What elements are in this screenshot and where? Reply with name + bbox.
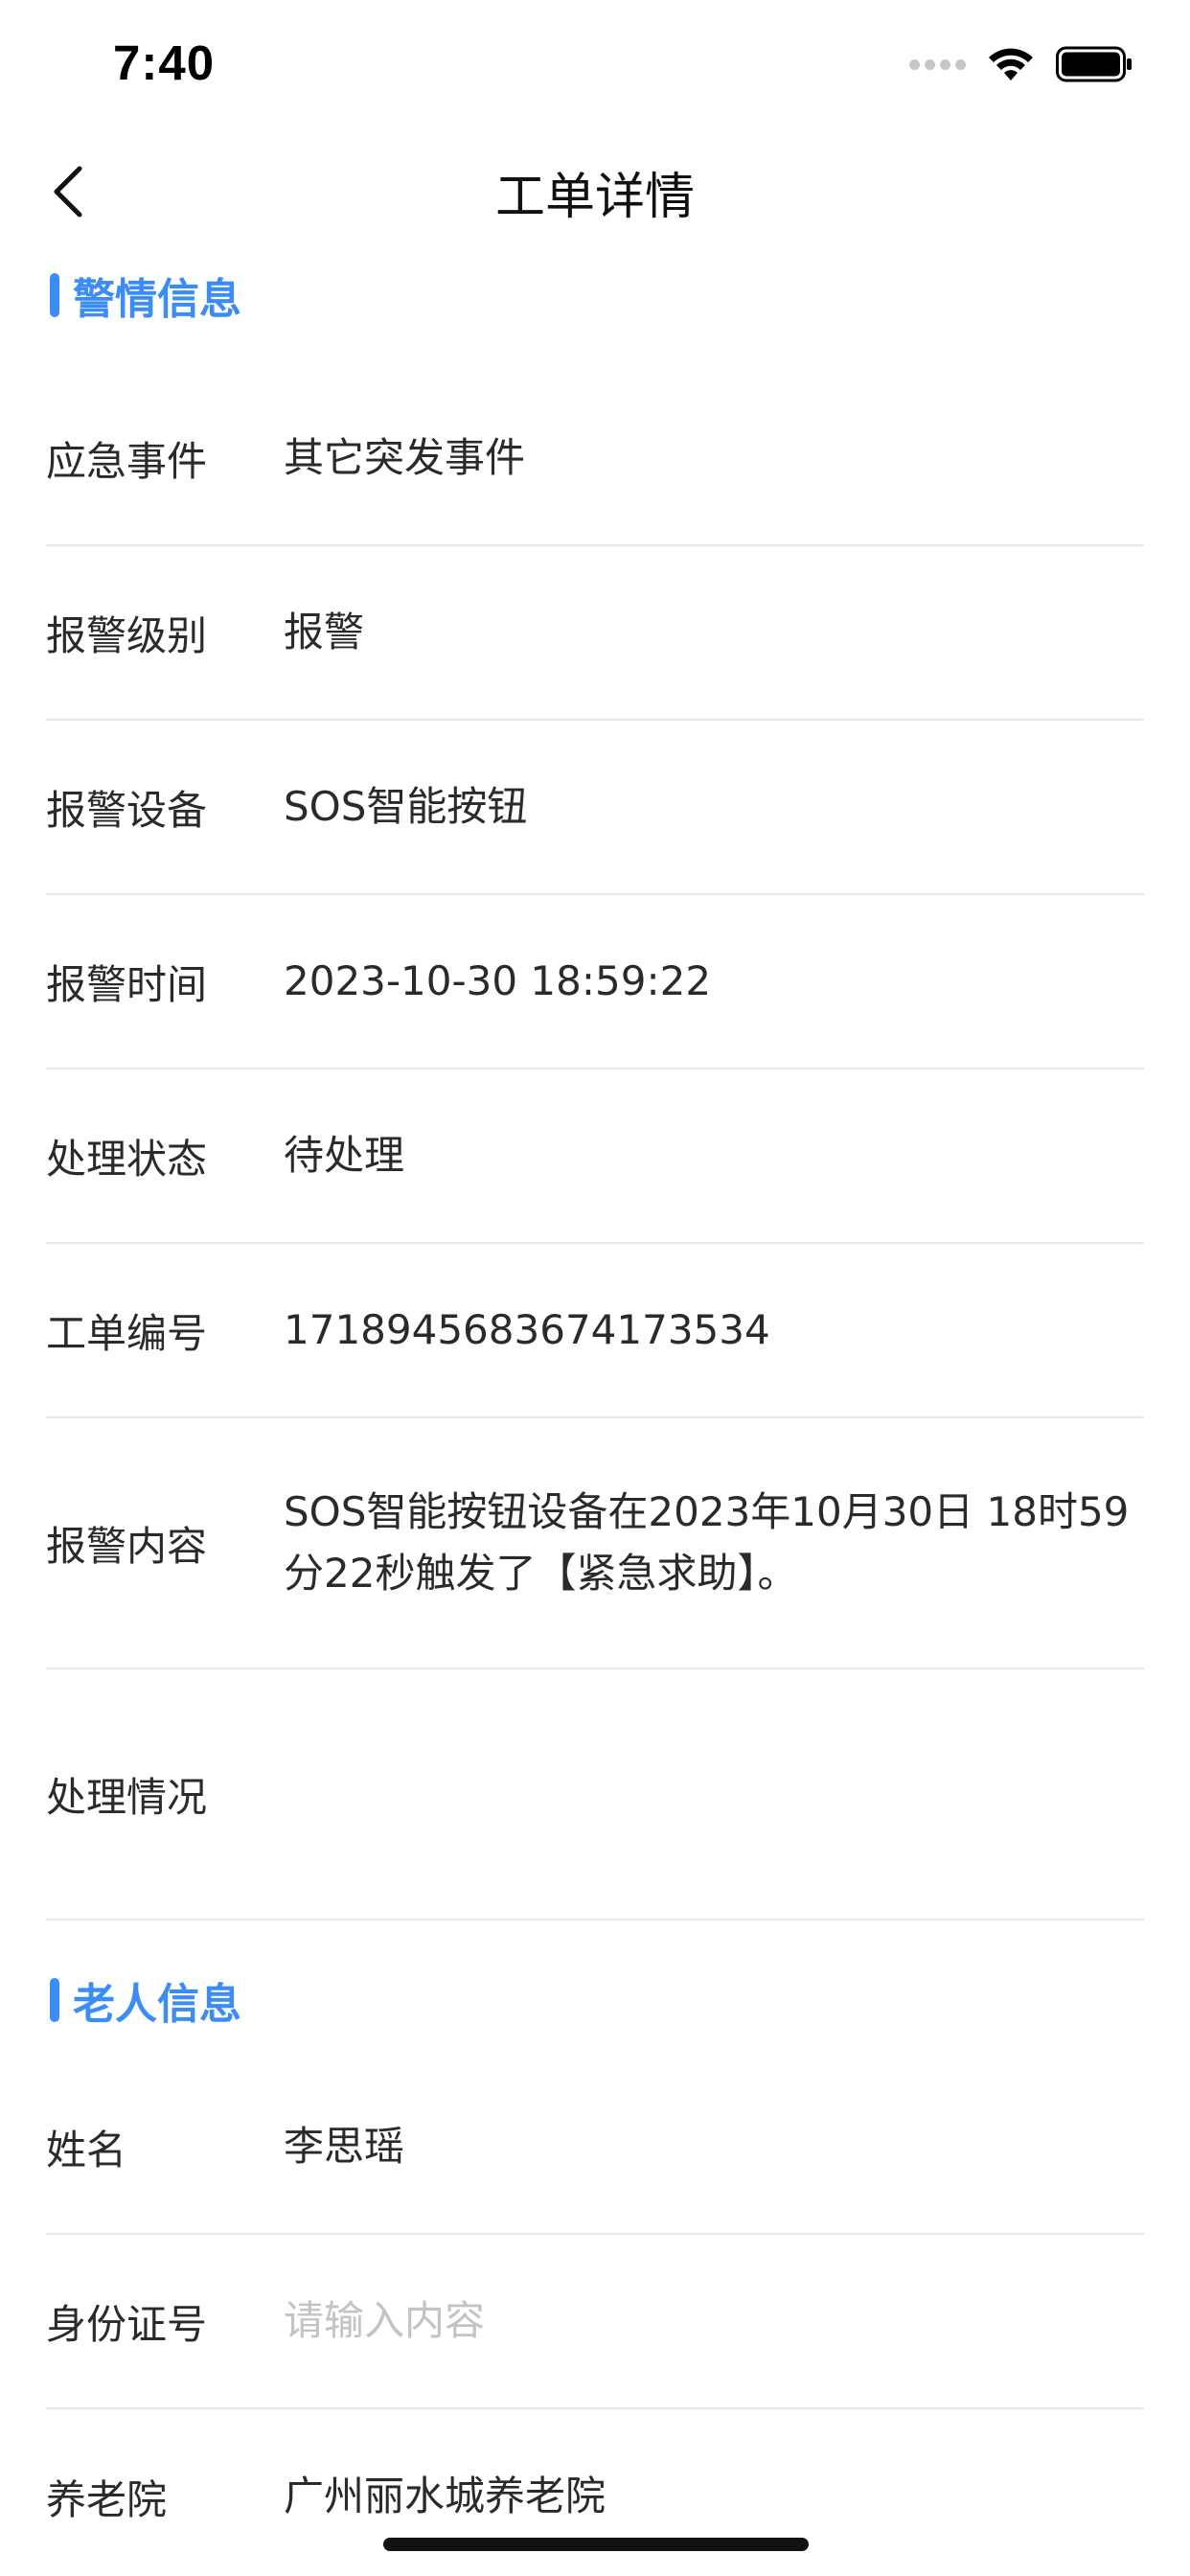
row-value: 其它突发事件 — [284, 434, 526, 481]
nav-bar: 工单详情 — [0, 129, 1190, 249]
row-alarm-device: 报警设备 SOS智能按钮 — [46, 721, 1144, 895]
row-label: 报警设备 — [46, 786, 208, 834]
row-label: 报警级别 — [46, 611, 208, 659]
section-accent-bar — [50, 1978, 59, 2022]
row-value: 2023-10-30 18:59:22 — [284, 957, 712, 1004]
section-header-elder: 老人信息 — [50, 1971, 241, 2029]
row-value: 报警 — [284, 609, 365, 656]
row-label: 处理情况 — [46, 1773, 208, 1821]
row-label: 处理状态 — [46, 1135, 208, 1183]
alarm-info-list: 应急事件 其它突发事件 报警级别 报警 报警设备 SOS智能按钮 报警时间 20… — [46, 372, 1144, 1920]
row-label: 养老院 — [46, 2475, 168, 2523]
row-label: 姓名 — [46, 2126, 127, 2174]
row-label: 工单编号 — [46, 1309, 208, 1357]
status-bar: 7:40 — [0, 0, 1190, 129]
cellular-signal-icon — [909, 58, 966, 70]
row-value: SOS智能按钮设备在2023年10月30日 18时59分22秒触发了【紧急求助】… — [284, 1488, 1130, 1597]
elder-info-list: 姓名 李思瑶 身份证号 请输入内容 养老院 广州丽水城养老院 — [46, 2060, 1144, 2576]
row-process-status: 处理状态 待处理 — [46, 1070, 1144, 1244]
row-label: 报警内容 — [46, 1522, 208, 1570]
row-name: 姓名 李思瑶 — [46, 2060, 1144, 2235]
row-alarm-content: 报警内容 SOS智能按钮设备在2023年10月30日 18时59分22秒触发了【… — [46, 1418, 1144, 1669]
section-header-alarm: 警情信息 — [50, 266, 241, 324]
row-label: 报警时间 — [46, 960, 208, 1008]
section-title: 老人信息 — [73, 1980, 241, 2029]
row-label: 应急事件 — [46, 437, 208, 485]
screen: 7:40 工单详情 警情信息 应急事件 其它突发事件 报警级别 报警 报警设备 … — [0, 0, 1190, 2576]
wifi-icon — [989, 48, 1033, 80]
status-time: 7:40 — [113, 35, 216, 90]
id-number-input[interactable]: 请输入内容 — [284, 2290, 1134, 2352]
row-value: 待处理 — [284, 1132, 405, 1179]
row-label: 身份证号 — [46, 2300, 208, 2348]
row-alarm-level: 报警级别 报警 — [46, 546, 1144, 721]
row-value: 广州丽水城养老院 — [284, 2472, 606, 2519]
section-accent-bar — [50, 273, 59, 317]
row-process-situation[interactable]: 处理情况 — [46, 1669, 1144, 1920]
home-indicator[interactable] — [383, 2538, 809, 2551]
row-value: 1718945683674173534 — [284, 1306, 770, 1353]
status-icons — [909, 46, 1133, 82]
row-value: 李思瑶 — [284, 2123, 405, 2170]
row-alarm-time: 报警时间 2023-10-30 18:59:22 — [46, 895, 1144, 1070]
row-emergency-event: 应急事件 其它突发事件 — [46, 372, 1144, 546]
battery-icon — [1056, 46, 1132, 82]
section-title: 警情信息 — [73, 275, 241, 324]
row-order-number: 工单编号 1718945683674173534 — [46, 1244, 1144, 1418]
row-value: SOS智能按钮 — [284, 783, 528, 830]
row-id-number[interactable]: 身份证号 请输入内容 — [46, 2235, 1144, 2409]
page-title: 工单详情 — [494, 169, 695, 226]
